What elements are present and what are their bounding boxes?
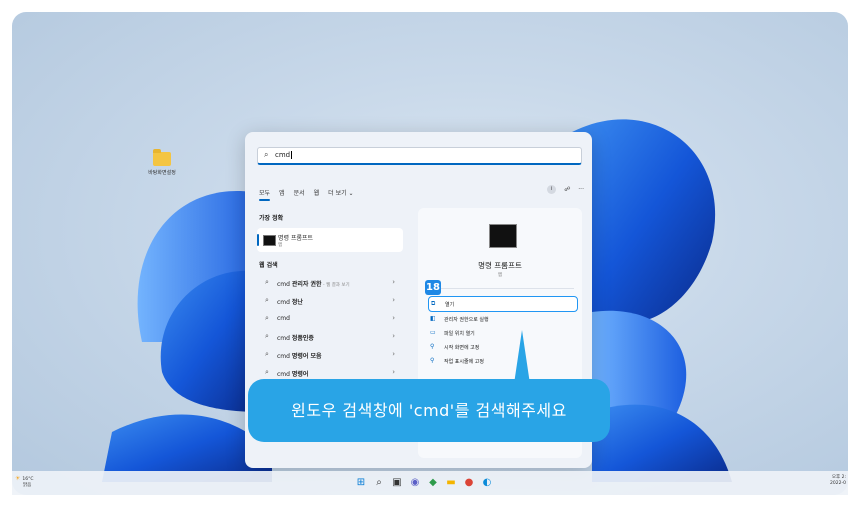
edge-icon[interactable]: ◐ — [481, 477, 493, 489]
sun-icon: ☀ — [15, 475, 21, 482]
clock-time: 오후 2: — [831, 475, 846, 480]
clock-date: 2022-0 — [830, 481, 846, 486]
windows-start-icon[interactable]: ⊞ — [355, 477, 367, 489]
search-icon[interactable]: ⌕ — [373, 477, 385, 489]
chat-icon[interactable]: ◉ — [409, 477, 421, 489]
temperature: 16°C — [22, 477, 34, 482]
step-number-badge: 18 — [425, 280, 441, 295]
app-icon[interactable]: ◆ — [427, 477, 439, 489]
task-view-icon[interactable]: ▣ — [391, 477, 403, 489]
chrome-icon[interactable]: ● — [463, 477, 475, 489]
file-explorer-icon[interactable]: ▬ — [445, 477, 457, 489]
taskbar: ☀ 16°C 맑음 ⊞ ⌕ ▣ ◉ ◆ ▬ ● ◐ 오후 2: 2022-0 — [12, 471, 848, 495]
taskbar-apps: ⊞ ⌕ ▣ ◉ ◆ ▬ ● ◐ — [355, 477, 493, 489]
weather-condition: 맑음 — [23, 483, 32, 488]
system-clock[interactable]: 오후 2: 2022-0 — [830, 475, 846, 487]
weather-widget[interactable]: ☀ 16°C 맑음 — [15, 476, 34, 489]
instruction-callout: 윈도우 검색창에 'cmd'를 검색해주세요 — [248, 379, 610, 442]
